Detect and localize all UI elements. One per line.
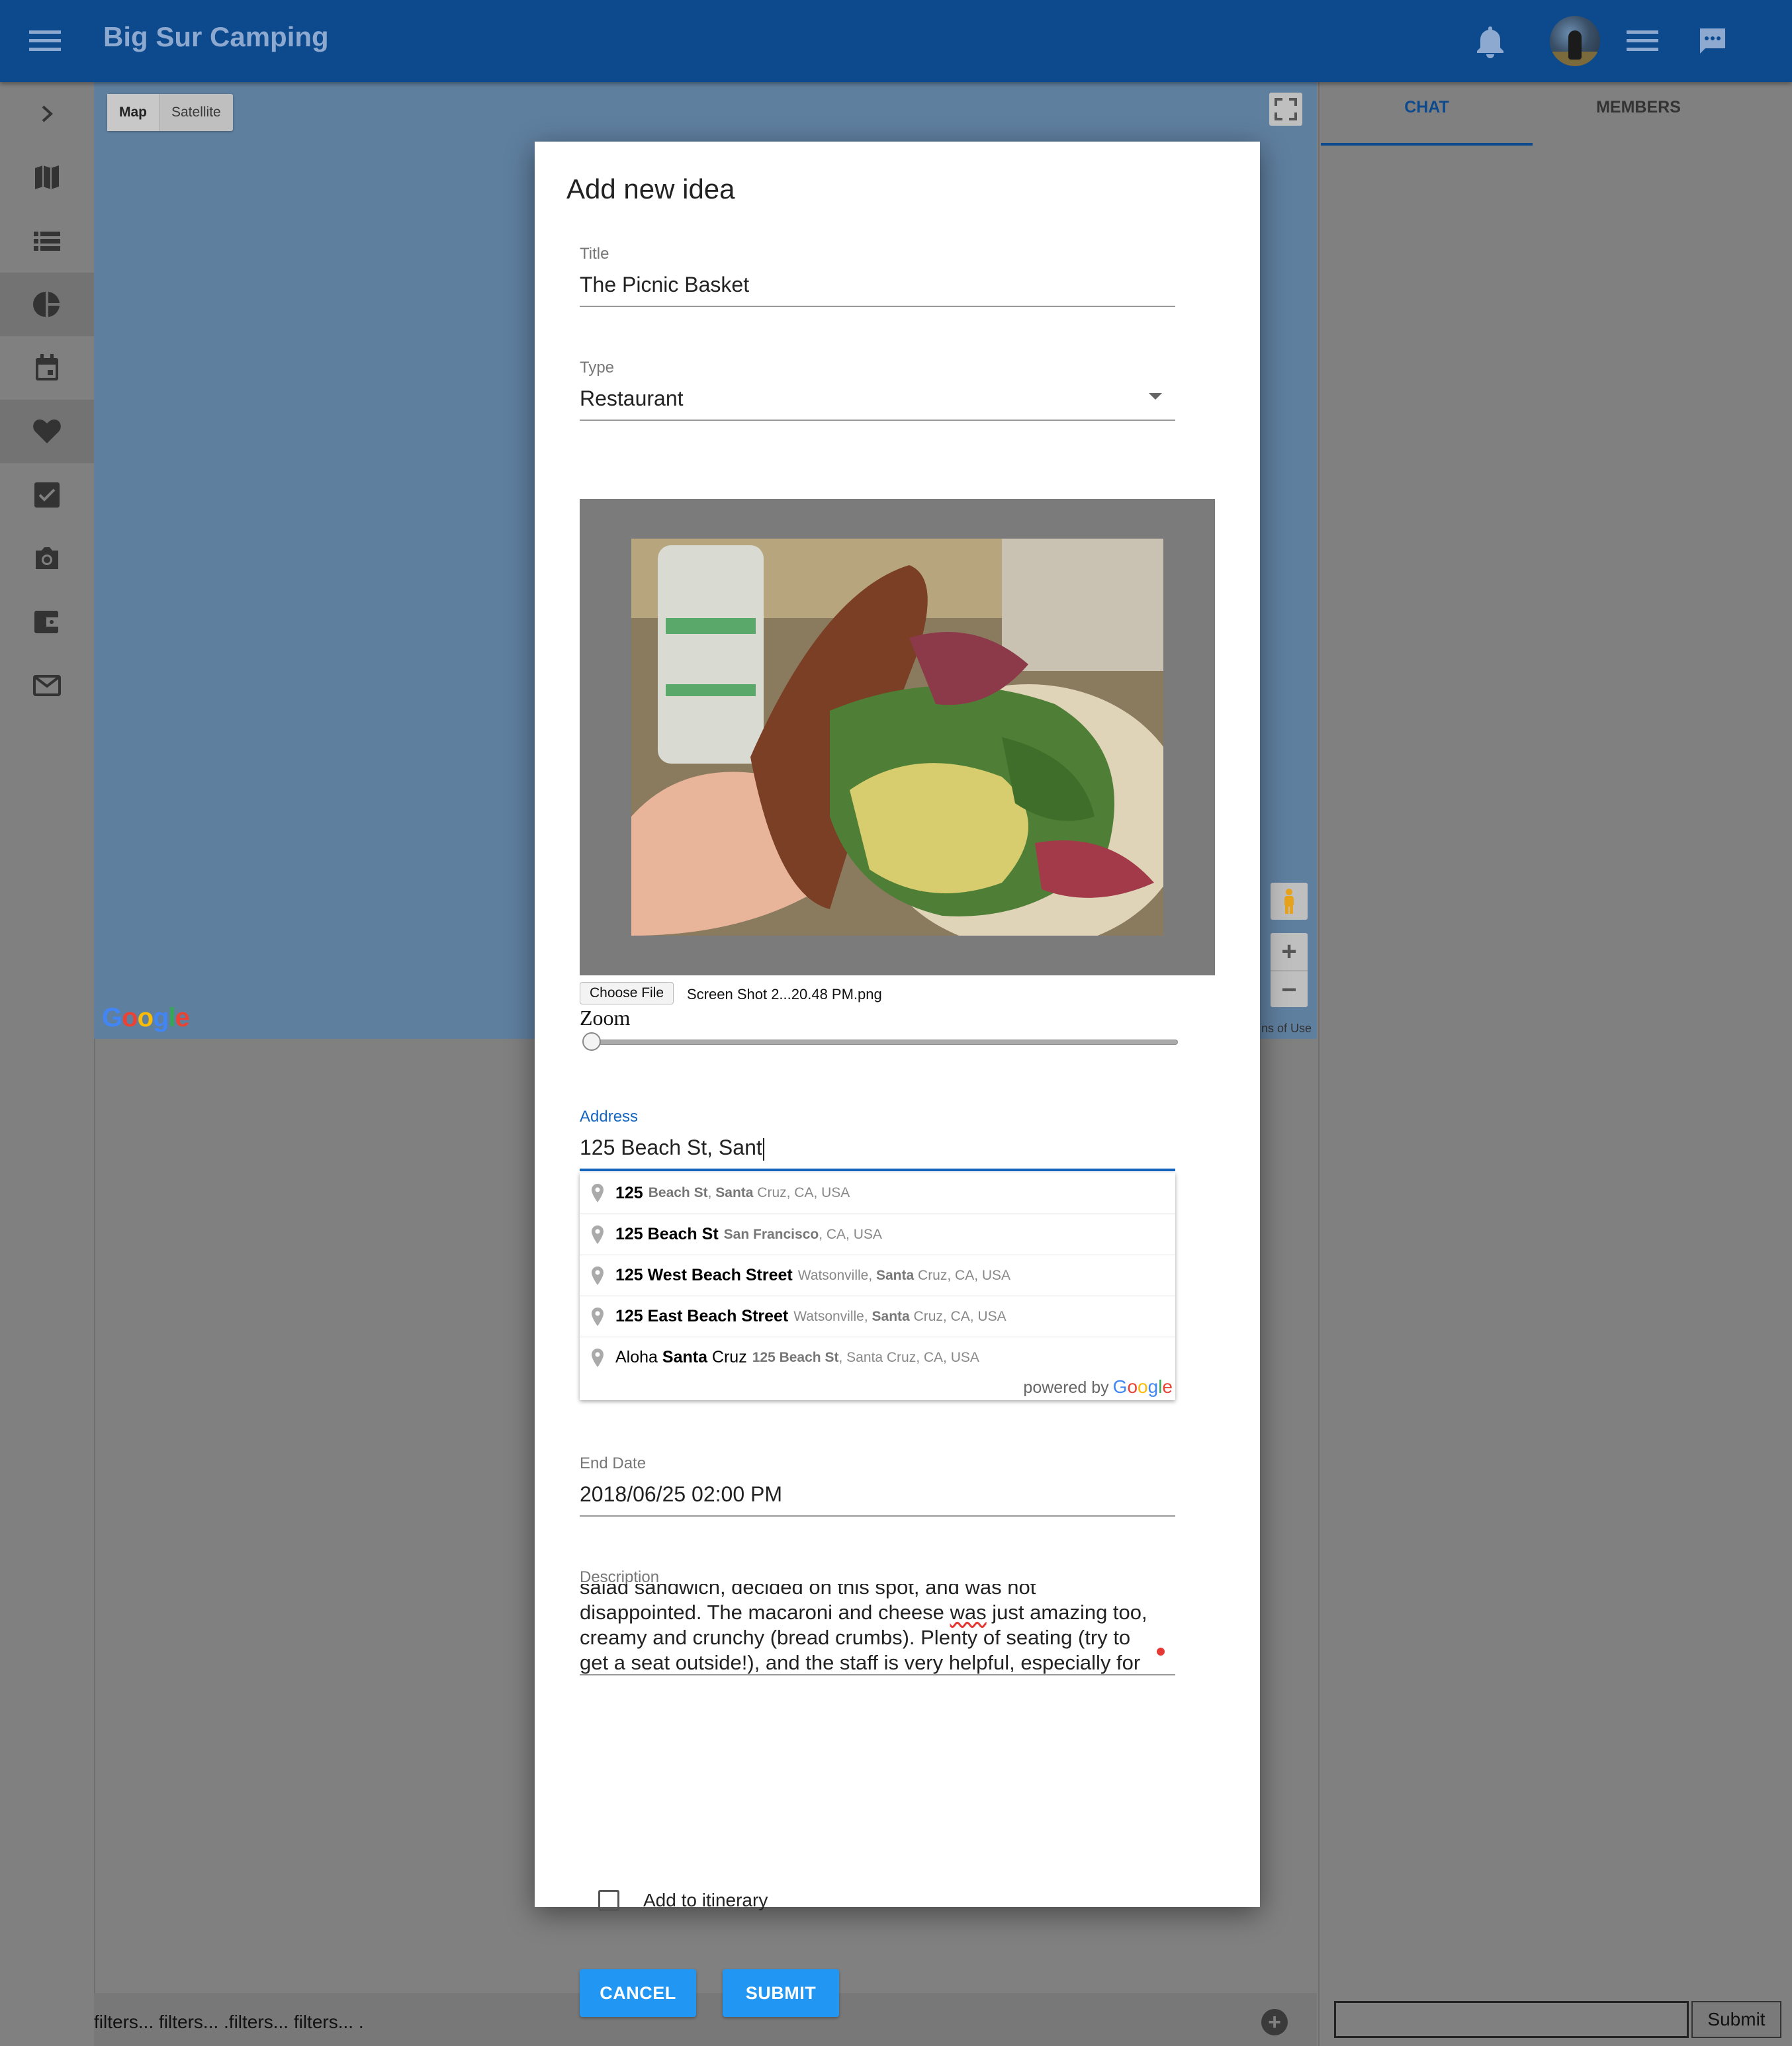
add-to-itinerary-checkbox[interactable] (598, 1890, 619, 1911)
type-select[interactable]: Restaurant (580, 386, 684, 411)
suggestion-secondary: San Francisco, CA, USA (723, 1226, 882, 1242)
dialog-title: Add new idea (566, 173, 735, 204)
uploaded-image (631, 539, 1163, 936)
list-icon[interactable] (0, 209, 94, 273)
pin-icon (580, 1348, 615, 1368)
end-date-input[interactable]: 2018/06/25 02:00 PM (580, 1482, 782, 1507)
suggestion-main: 125 Beach St (615, 1225, 719, 1243)
address-label: Address (580, 1108, 639, 1126)
dropdown-arrow-icon[interactable] (1149, 393, 1162, 400)
google-logo: Google (102, 1003, 190, 1032)
zoom-slider-track[interactable] (586, 1040, 1178, 1045)
tab-indicator (1321, 143, 1533, 146)
type-underline (580, 420, 1175, 421)
address-autocomplete: 125 Beach St, Santa Cruz, CA, USA 125 Be… (580, 1173, 1175, 1400)
end-date-underline (580, 1515, 1175, 1517)
file-name: Screen Shot 2...20.48 PM.png (687, 986, 882, 1002)
list-icon[interactable] (1619, 17, 1666, 65)
zoom-in-button[interactable]: + (1271, 933, 1308, 970)
suggestion-main: Aloha Santa Cruz (615, 1348, 747, 1366)
suggestion-main: 125 East Beach Street (615, 1307, 789, 1325)
checkbox-icon[interactable] (0, 463, 94, 527)
add-circle-icon[interactable]: + (1261, 2009, 1288, 2035)
add-idea-dialog: Add new idea Title The Picnic Basket Typ… (535, 142, 1260, 2017)
cancel-button[interactable]: CANCEL (580, 1969, 696, 2017)
pie-chart-icon[interactable] (0, 273, 94, 336)
suggestion-main: 125 (615, 1183, 643, 1202)
camera-icon[interactable] (0, 527, 94, 590)
map-terms-link[interactable]: ns of Use (1261, 1022, 1312, 1036)
avatar[interactable] (1550, 16, 1600, 66)
pin-icon (580, 1266, 615, 1286)
description-textarea[interactable]: salad sandwich, decided on this spot, an… (580, 1584, 1175, 1675)
fullscreen-icon[interactable] (1269, 93, 1302, 126)
map-zoom-control: + − (1271, 933, 1308, 1007)
top-app-bar: Big Sur Camping (0, 0, 1792, 82)
map-type-toggle: Map Satellite (107, 94, 233, 131)
type-label: Type (580, 359, 615, 377)
end-date-label: End Date (580, 1454, 647, 1472)
autocomplete-item[interactable]: 125 Beach St, Santa Cruz, CA, USA (580, 1173, 1175, 1214)
pin-icon (580, 1183, 615, 1203)
suggestion-secondary: 125 Beach St, Santa Cruz, CA, USA (752, 1349, 979, 1365)
suggestion-secondary: Watsonville, Santa Cruz, CA, USA (793, 1308, 1007, 1324)
choose-file-button[interactable]: Choose File (580, 982, 674, 1004)
text-caret (762, 1137, 764, 1161)
map-icon[interactable] (0, 146, 94, 209)
address-value: 125 Beach St, Sant (580, 1135, 762, 1159)
chevron-right-icon[interactable] (0, 82, 94, 146)
menu-icon[interactable] (29, 26, 61, 56)
chat-submit-button[interactable]: Submit (1691, 2001, 1781, 2038)
map-type-satellite-button[interactable]: Satellite (159, 94, 233, 131)
bell-icon[interactable] (1466, 17, 1514, 65)
wallet-icon[interactable] (0, 590, 94, 654)
heart-icon[interactable] (0, 400, 94, 463)
google-logo: Google (1112, 1376, 1173, 1397)
autocomplete-item[interactable]: 125 East Beach Street Watsonville, Santa… (580, 1296, 1175, 1337)
autocomplete-item[interactable]: 125 Beach St San Francisco, CA, USA (580, 1214, 1175, 1255)
suggestion-secondary: Beach St, Santa Cruz, CA, USA (648, 1185, 850, 1200)
description-text: salad sandwich, decided on this spot, an… (580, 1584, 1147, 1674)
pin-icon (580, 1307, 615, 1327)
zoom-label: Zoom (580, 1006, 631, 1030)
description-underline (580, 1674, 1175, 1675)
chat-icon[interactable] (1689, 17, 1736, 65)
powered-by-google: powered by Google (1023, 1376, 1173, 1397)
submit-button[interactable]: SUBMIT (723, 1969, 839, 2017)
title-underline (580, 306, 1175, 307)
autocomplete-item[interactable]: Aloha Santa Cruz 125 Beach St, Santa Cru… (580, 1337, 1175, 1378)
map-type-map-button[interactable]: Map (107, 94, 159, 131)
address-underline (580, 1169, 1175, 1171)
app-title: Big Sur Camping (103, 21, 329, 52)
right-panel (1318, 82, 1792, 2046)
calendar-icon[interactable] (0, 336, 94, 400)
title-label: Title (580, 245, 609, 263)
mail-icon[interactable] (0, 654, 94, 717)
tab-members[interactable]: MEMBERS (1533, 98, 1744, 117)
address-input[interactable]: 125 Beach St, Sant (580, 1135, 764, 1161)
zoom-slider-thumb[interactable] (582, 1032, 601, 1051)
tab-chat[interactable]: CHAT (1321, 98, 1533, 117)
suggestion-secondary: Watsonville, Santa Cruz, CA, USA (797, 1267, 1011, 1283)
spellcheck-dot (1157, 1648, 1165, 1656)
autocomplete-item[interactable]: 125 West Beach Street Watsonville, Santa… (580, 1255, 1175, 1296)
zoom-out-button[interactable]: − (1271, 970, 1308, 1008)
suggestion-main: 125 West Beach Street (615, 1266, 793, 1284)
title-input[interactable]: The Picnic Basket (580, 273, 749, 297)
pegman-icon[interactable] (1271, 883, 1308, 920)
left-nav (0, 82, 95, 2046)
pin-icon (580, 1225, 615, 1245)
add-to-itinerary-label[interactable]: Add to itinerary (643, 1890, 768, 1911)
filters-text[interactable]: filters... filters... .filters... filter… (94, 2012, 364, 2033)
chat-input[interactable] (1334, 2001, 1689, 2038)
